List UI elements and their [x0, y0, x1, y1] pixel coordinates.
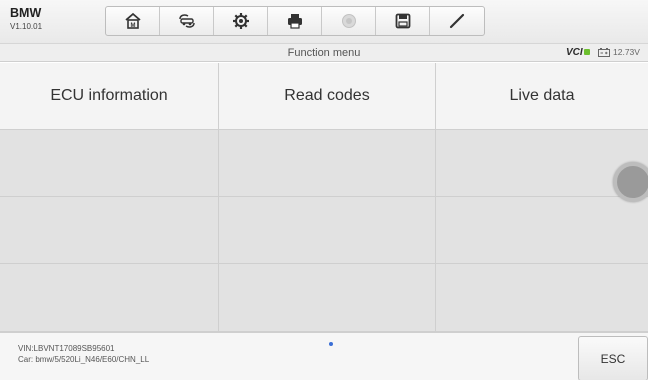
vci-label: VCI: [566, 47, 583, 58]
vehicle-info: VIN:LBVNT17089SB95601 Car: bmw/5/520Li_N…: [18, 343, 149, 365]
vehicle-swap-button[interactable]: [160, 7, 214, 35]
brand-block: BMW V1.10.01: [10, 7, 42, 31]
app-version: V1.10.01: [10, 21, 43, 31]
empty-cell: [0, 197, 219, 264]
empty-cell: [0, 130, 219, 197]
print-button[interactable]: [268, 7, 322, 35]
page-indicator-dot: [329, 342, 333, 346]
title-bar: Function menu VCI 12.73V: [0, 44, 648, 62]
edit-button[interactable]: [430, 7, 484, 35]
help-icon: [341, 14, 356, 28]
function-read-codes[interactable]: Read codes: [219, 63, 436, 130]
vci-connected-icon: [583, 49, 590, 55]
battery-voltage: 12.73V: [613, 47, 640, 57]
vci-status: VCI: [566, 47, 590, 58]
floating-assist-button[interactable]: [613, 162, 648, 202]
empty-cell: [219, 264, 436, 332]
battery-icon: [598, 47, 610, 57]
empty-cell: [0, 264, 219, 332]
pen-icon: [449, 13, 465, 29]
home-button[interactable]: M: [106, 7, 160, 35]
bottom-bar: VIN:LBVNT17089SB95601 Car: bmw/5/520Li_N…: [0, 332, 648, 380]
function-live-data[interactable]: Live data: [436, 63, 648, 130]
home-icon: M: [124, 12, 141, 29]
svg-text:M: M: [130, 23, 135, 29]
vehicle-swap-icon: [178, 14, 195, 28]
empty-cell: [219, 130, 436, 197]
function-grid: ECU information Read codes Live data: [0, 63, 648, 332]
esc-button[interactable]: ESC: [578, 336, 648, 380]
save-button[interactable]: [376, 7, 430, 35]
gear-icon: [232, 13, 249, 29]
toolbar-buttons: M: [105, 6, 485, 36]
battery-status: 12.73V: [598, 47, 640, 57]
save-icon: [395, 13, 410, 29]
settings-button[interactable]: [214, 7, 268, 35]
top-toolbar: BMW V1.10.01 M: [0, 0, 648, 44]
empty-cell: [219, 197, 436, 264]
brand-name: BMW: [10, 6, 42, 20]
car-text: Car: bmw/5/520Li_N46/E60/CHN_LL: [18, 355, 150, 364]
page-title: Function menu: [287, 47, 361, 59]
help-button[interactable]: [322, 7, 376, 35]
empty-cell: [436, 197, 648, 264]
empty-cell: [436, 264, 648, 332]
function-ecu-information[interactable]: ECU information: [0, 63, 219, 130]
print-icon: [287, 14, 302, 29]
vin-text: VIN:LBVNT17089SB95601: [18, 344, 115, 353]
